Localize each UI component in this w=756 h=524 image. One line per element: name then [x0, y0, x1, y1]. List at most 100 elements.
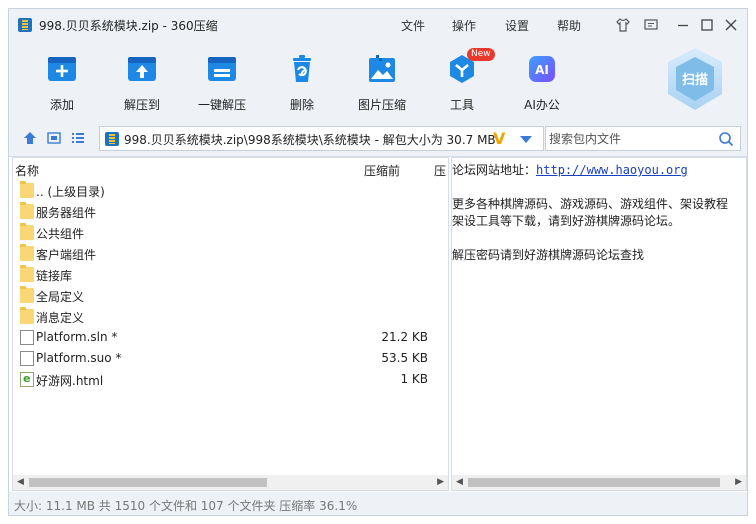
folder-icon [20, 286, 34, 303]
add-button[interactable]: 添加 [24, 47, 100, 115]
window-title: 998.贝贝系统模块.zip - 360压缩 [39, 19, 218, 33]
close-icon[interactable] [723, 17, 739, 33]
menu-operation[interactable]: 操作 [452, 17, 476, 34]
add-icon [48, 57, 76, 81]
folder-icon [20, 244, 34, 261]
item-name: Platform.sln * [36, 330, 118, 344]
scroll-thumb[interactable] [468, 478, 720, 487]
title-bar: 998.贝贝系统模块.zip - 360压缩 文件 操作 设置 帮助 [9, 9, 747, 41]
ai-office-label: AI办公 [524, 98, 560, 112]
delete-button[interactable]: 删除 [264, 47, 340, 115]
search-input[interactable] [546, 127, 716, 150]
list-item[interactable]: 消息定义 [13, 306, 448, 327]
item-name: 服务器组件 [36, 206, 97, 220]
comment-pane: 论坛网站地址：http://www.haoyou.org 更多各种棋牌源码、游戏… [451, 157, 747, 491]
app-zip-icon [18, 18, 32, 32]
list-item[interactable]: Platform.suo * 53.5 KB [13, 348, 448, 369]
list-item[interactable]: 好游网.html 1 KB [13, 369, 448, 390]
app-window: 998.贝贝系统模块.zip - 360压缩 文件 操作 设置 帮助 添加 解压… [8, 8, 748, 516]
item-name: .. (上级目录) [36, 185, 105, 199]
column-size-after[interactable]: 压 [434, 162, 446, 179]
list-item[interactable]: 全局定义 [13, 285, 448, 306]
item-size: 53.5 KB [381, 351, 428, 365]
skin-shirt-icon[interactable] [615, 17, 631, 33]
tools-label: 工具 [449, 98, 474, 112]
folder-icon [20, 223, 34, 240]
delete-icon [293, 55, 311, 82]
html-file-icon [20, 372, 34, 387]
item-name: 消息定义 [36, 311, 85, 325]
image-compress-label: 图片压缩 [357, 98, 406, 112]
status-bar: 大小: 11.1 MB 共 1510 个文件和 107 个文件夹 压缩率 36.… [9, 492, 747, 515]
column-header: 名称 压缩前 压 [13, 158, 448, 180]
scroll-thumb[interactable] [29, 478, 267, 487]
file-list: 名称 压缩前 压 .. (上级目录) 服务器组件 公共组件 客户端组件 链接库 [12, 157, 449, 491]
folder-icon [20, 202, 34, 219]
ai-office-icon: AI [529, 56, 555, 82]
list-item[interactable]: 服务器组件 [13, 201, 448, 222]
comment-hscrollbar[interactable]: ◀ ▶ [452, 475, 746, 490]
scroll-right-icon[interactable]: ▶ [437, 477, 444, 487]
address-path: 998.贝贝系统模块.zip\998系统模块\系统模块 - 解包大小为 30.7… [124, 133, 496, 147]
comment-line-1: 论坛网站地址：http://www.haoyou.org [452, 161, 688, 178]
column-size-before[interactable]: 压缩前 [364, 162, 400, 179]
file-icon [20, 351, 34, 366]
list-item[interactable]: 链接库 [13, 264, 448, 285]
verified-v-icon: V [493, 129, 506, 148]
delete-label: 删除 [289, 98, 314, 112]
item-name: 好游网.html [36, 374, 104, 388]
address-row: 998.贝贝系统模块.zip\998系统模块\系统模块 - 解包大小为 30.7… [9, 119, 747, 157]
ai-icon-text: AI [535, 63, 549, 77]
tools-button[interactable]: New 工具 [424, 47, 500, 115]
list-item[interactable]: Platform.sln * 21.2 KB [13, 327, 448, 348]
image-compress-icon [369, 55, 395, 82]
list-item[interactable]: 客户端组件 [13, 243, 448, 264]
extract-to-button[interactable]: 解压到 [104, 47, 180, 115]
item-size: 1 KB [400, 372, 428, 386]
extract-to-icon [128, 57, 156, 81]
item-name: 客户端组件 [36, 248, 97, 262]
scan-label: 扫描 [681, 73, 708, 88]
image-compress-button[interactable]: 图片压缩 [344, 47, 420, 115]
item-size: 21.2 KB [381, 330, 428, 344]
feedback-icon[interactable] [643, 17, 659, 33]
file-icon [20, 330, 34, 345]
search-icon[interactable] [718, 131, 734, 147]
item-name: 链接库 [36, 269, 73, 283]
menu-help[interactable]: 帮助 [557, 17, 581, 34]
item-name: 公共组件 [36, 227, 85, 241]
minimize-icon[interactable] [675, 17, 691, 33]
menu-settings[interactable]: 设置 [505, 17, 529, 34]
list-item[interactable]: .. (上级目录) [13, 180, 448, 201]
list-item[interactable]: 公共组件 [13, 222, 448, 243]
comment-line-3: 架设工具等下载，请到好游棋牌源码论坛。 [452, 214, 681, 228]
forum-label: 论坛网站地址： [452, 163, 537, 177]
item-name: Platform.suo * [36, 351, 122, 365]
chevron-down-icon[interactable] [520, 136, 532, 143]
scroll-left-icon[interactable]: ◀ [17, 477, 24, 487]
comment-line-4: 解压密码请到好游棋牌源码论坛查找 [452, 248, 645, 262]
file-list-hscrollbar[interactable]: ◀ ▶ [13, 475, 448, 490]
folder-icon [20, 307, 34, 324]
scan-button[interactable]: 扫描 [664, 46, 726, 112]
thumbnail-view-icon[interactable] [47, 131, 61, 145]
ai-office-button[interactable]: AI AI办公 [504, 47, 580, 115]
address-bar[interactable]: 998.贝贝系统模块.zip\998系统模块\系统模块 - 解包大小为 30.7… [99, 126, 544, 151]
folder-icon [20, 265, 34, 282]
item-name: 全局定义 [36, 290, 85, 304]
forum-url-link[interactable]: http://www.haoyou.org [536, 163, 688, 177]
scroll-left-icon[interactable]: ◀ [456, 477, 463, 487]
one-click-extract-icon [208, 57, 236, 81]
list-view-icon[interactable] [71, 131, 85, 145]
status-text: 大小: 11.1 MB 共 1510 个文件和 107 个文件夹 压缩率 36.… [14, 499, 358, 513]
zip-archive-icon [105, 132, 119, 146]
one-click-extract-label: 一键解压 [197, 98, 246, 112]
toolbar: 添加 解压到 一键解压 删除 图片压缩 New 工具 AI AI办公 扫描 [9, 41, 747, 119]
maximize-icon[interactable] [699, 17, 715, 33]
up-arrow-icon[interactable] [23, 131, 37, 145]
menu-file[interactable]: 文件 [401, 17, 425, 34]
search-box [545, 126, 741, 151]
one-click-extract-button[interactable]: 一键解压 [184, 47, 260, 115]
scroll-right-icon[interactable]: ▶ [735, 477, 742, 487]
column-name[interactable]: 名称 [15, 162, 39, 179]
